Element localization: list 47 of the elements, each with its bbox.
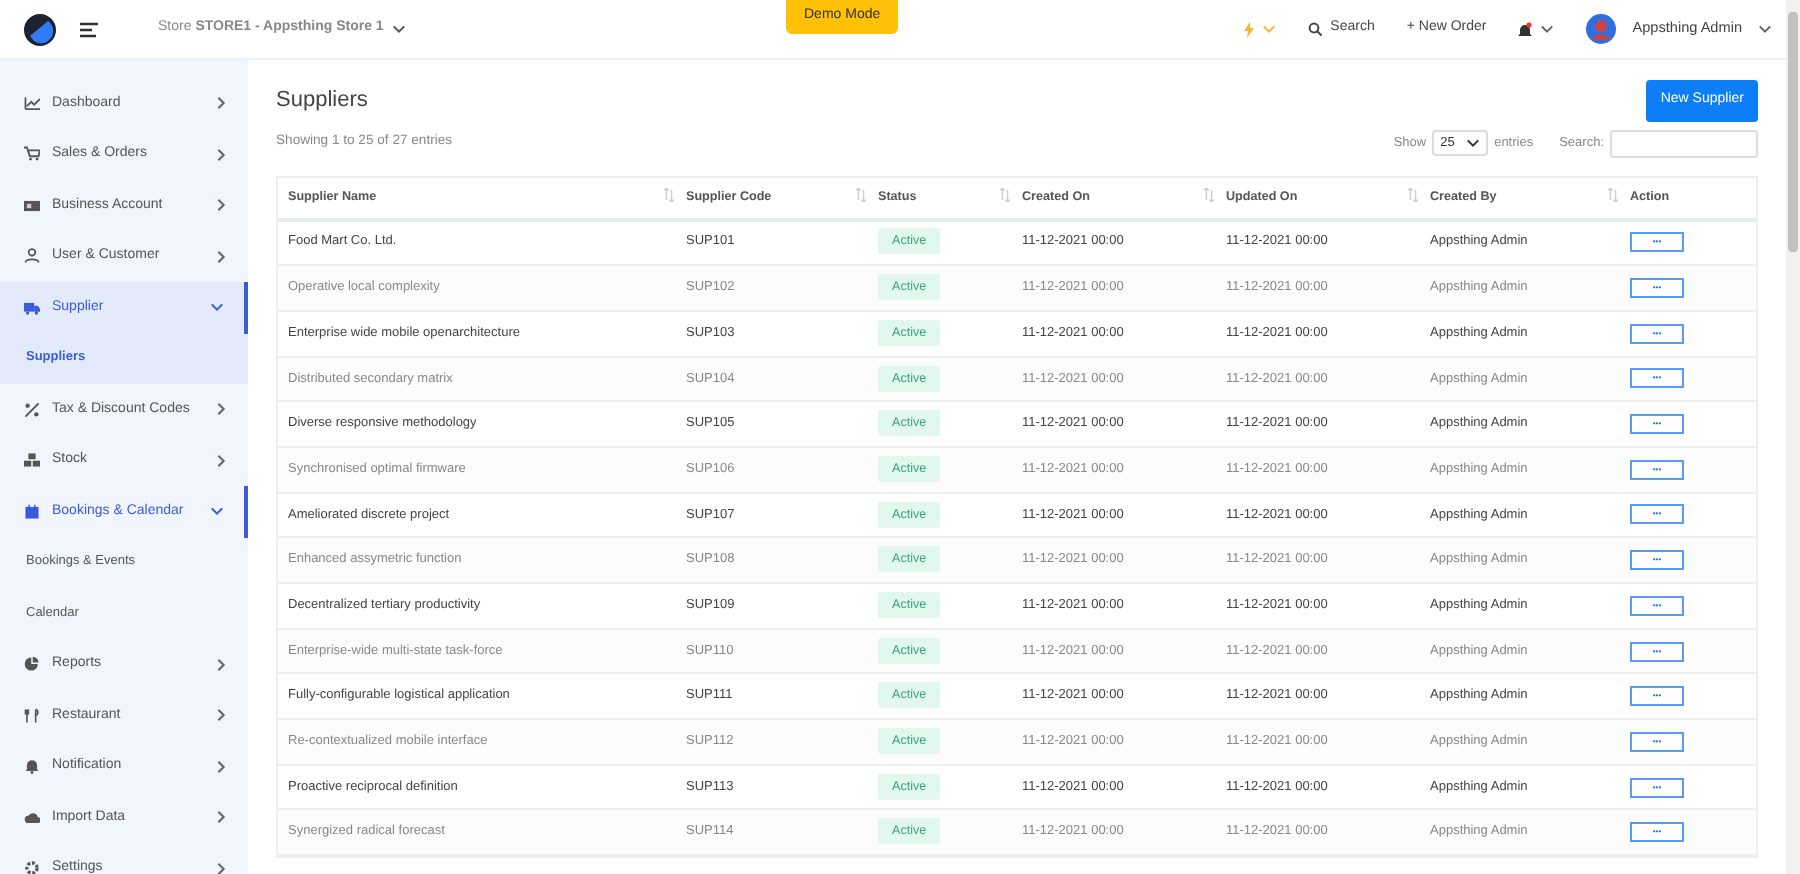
search-icon	[1308, 22, 1323, 36]
bell-icon[interactable]	[1518, 21, 1533, 37]
chevron-icon	[214, 96, 228, 111]
chevron-icon	[1540, 22, 1555, 36]
chevron-icon	[214, 759, 228, 774]
search-field[interactable]	[1610, 129, 1758, 157]
chevron-icon	[214, 249, 228, 264]
chevron-icon	[210, 300, 224, 315]
gear-icon	[24, 860, 40, 874]
percent-icon	[24, 401, 40, 418]
sort-icon[interactable]	[1408, 187, 1418, 202]
sort-icon[interactable]	[664, 187, 674, 202]
chevron-icon	[214, 147, 228, 162]
chevron-icon	[1262, 22, 1277, 36]
caret-icon	[1466, 136, 1481, 150]
pie-chart-icon	[24, 656, 40, 673]
chevron-icon	[214, 708, 228, 723]
logo-icon[interactable]	[24, 13, 56, 45]
chevron-icon	[214, 657, 228, 672]
user-icon	[24, 248, 40, 265]
chevron-icon	[214, 453, 228, 468]
chevron-icon	[214, 402, 228, 417]
utensils-icon	[24, 707, 40, 724]
truck-icon	[24, 299, 40, 316]
cart-icon	[24, 146, 40, 163]
scrollbar[interactable]	[1786, 0, 1800, 874]
cloud-icon	[24, 809, 40, 826]
avatar-icon[interactable]	[1586, 14, 1617, 44]
card-icon	[24, 197, 40, 214]
chevron-icon	[214, 198, 228, 213]
sort-icon[interactable]	[856, 187, 866, 202]
page-title: Suppliers	[276, 87, 368, 114]
scrollbar-thumb[interactable]	[1788, 12, 1798, 252]
chart-icon	[24, 95, 40, 112]
chevron-icon	[214, 810, 228, 825]
sort-icon[interactable]	[1608, 187, 1618, 202]
chevron-icon	[210, 504, 224, 519]
lightning-icon[interactable]	[1244, 21, 1255, 37]
sort-icon[interactable]	[1000, 187, 1010, 202]
chevron-icon	[391, 22, 406, 36]
sort-icon[interactable]	[1204, 187, 1214, 202]
chevron-icon	[214, 861, 228, 874]
boxes-icon	[24, 452, 40, 469]
menu-icon[interactable]	[80, 21, 98, 37]
calendar-icon	[24, 503, 40, 520]
bell-icon	[24, 758, 40, 775]
chevron-icon	[1758, 22, 1772, 36]
